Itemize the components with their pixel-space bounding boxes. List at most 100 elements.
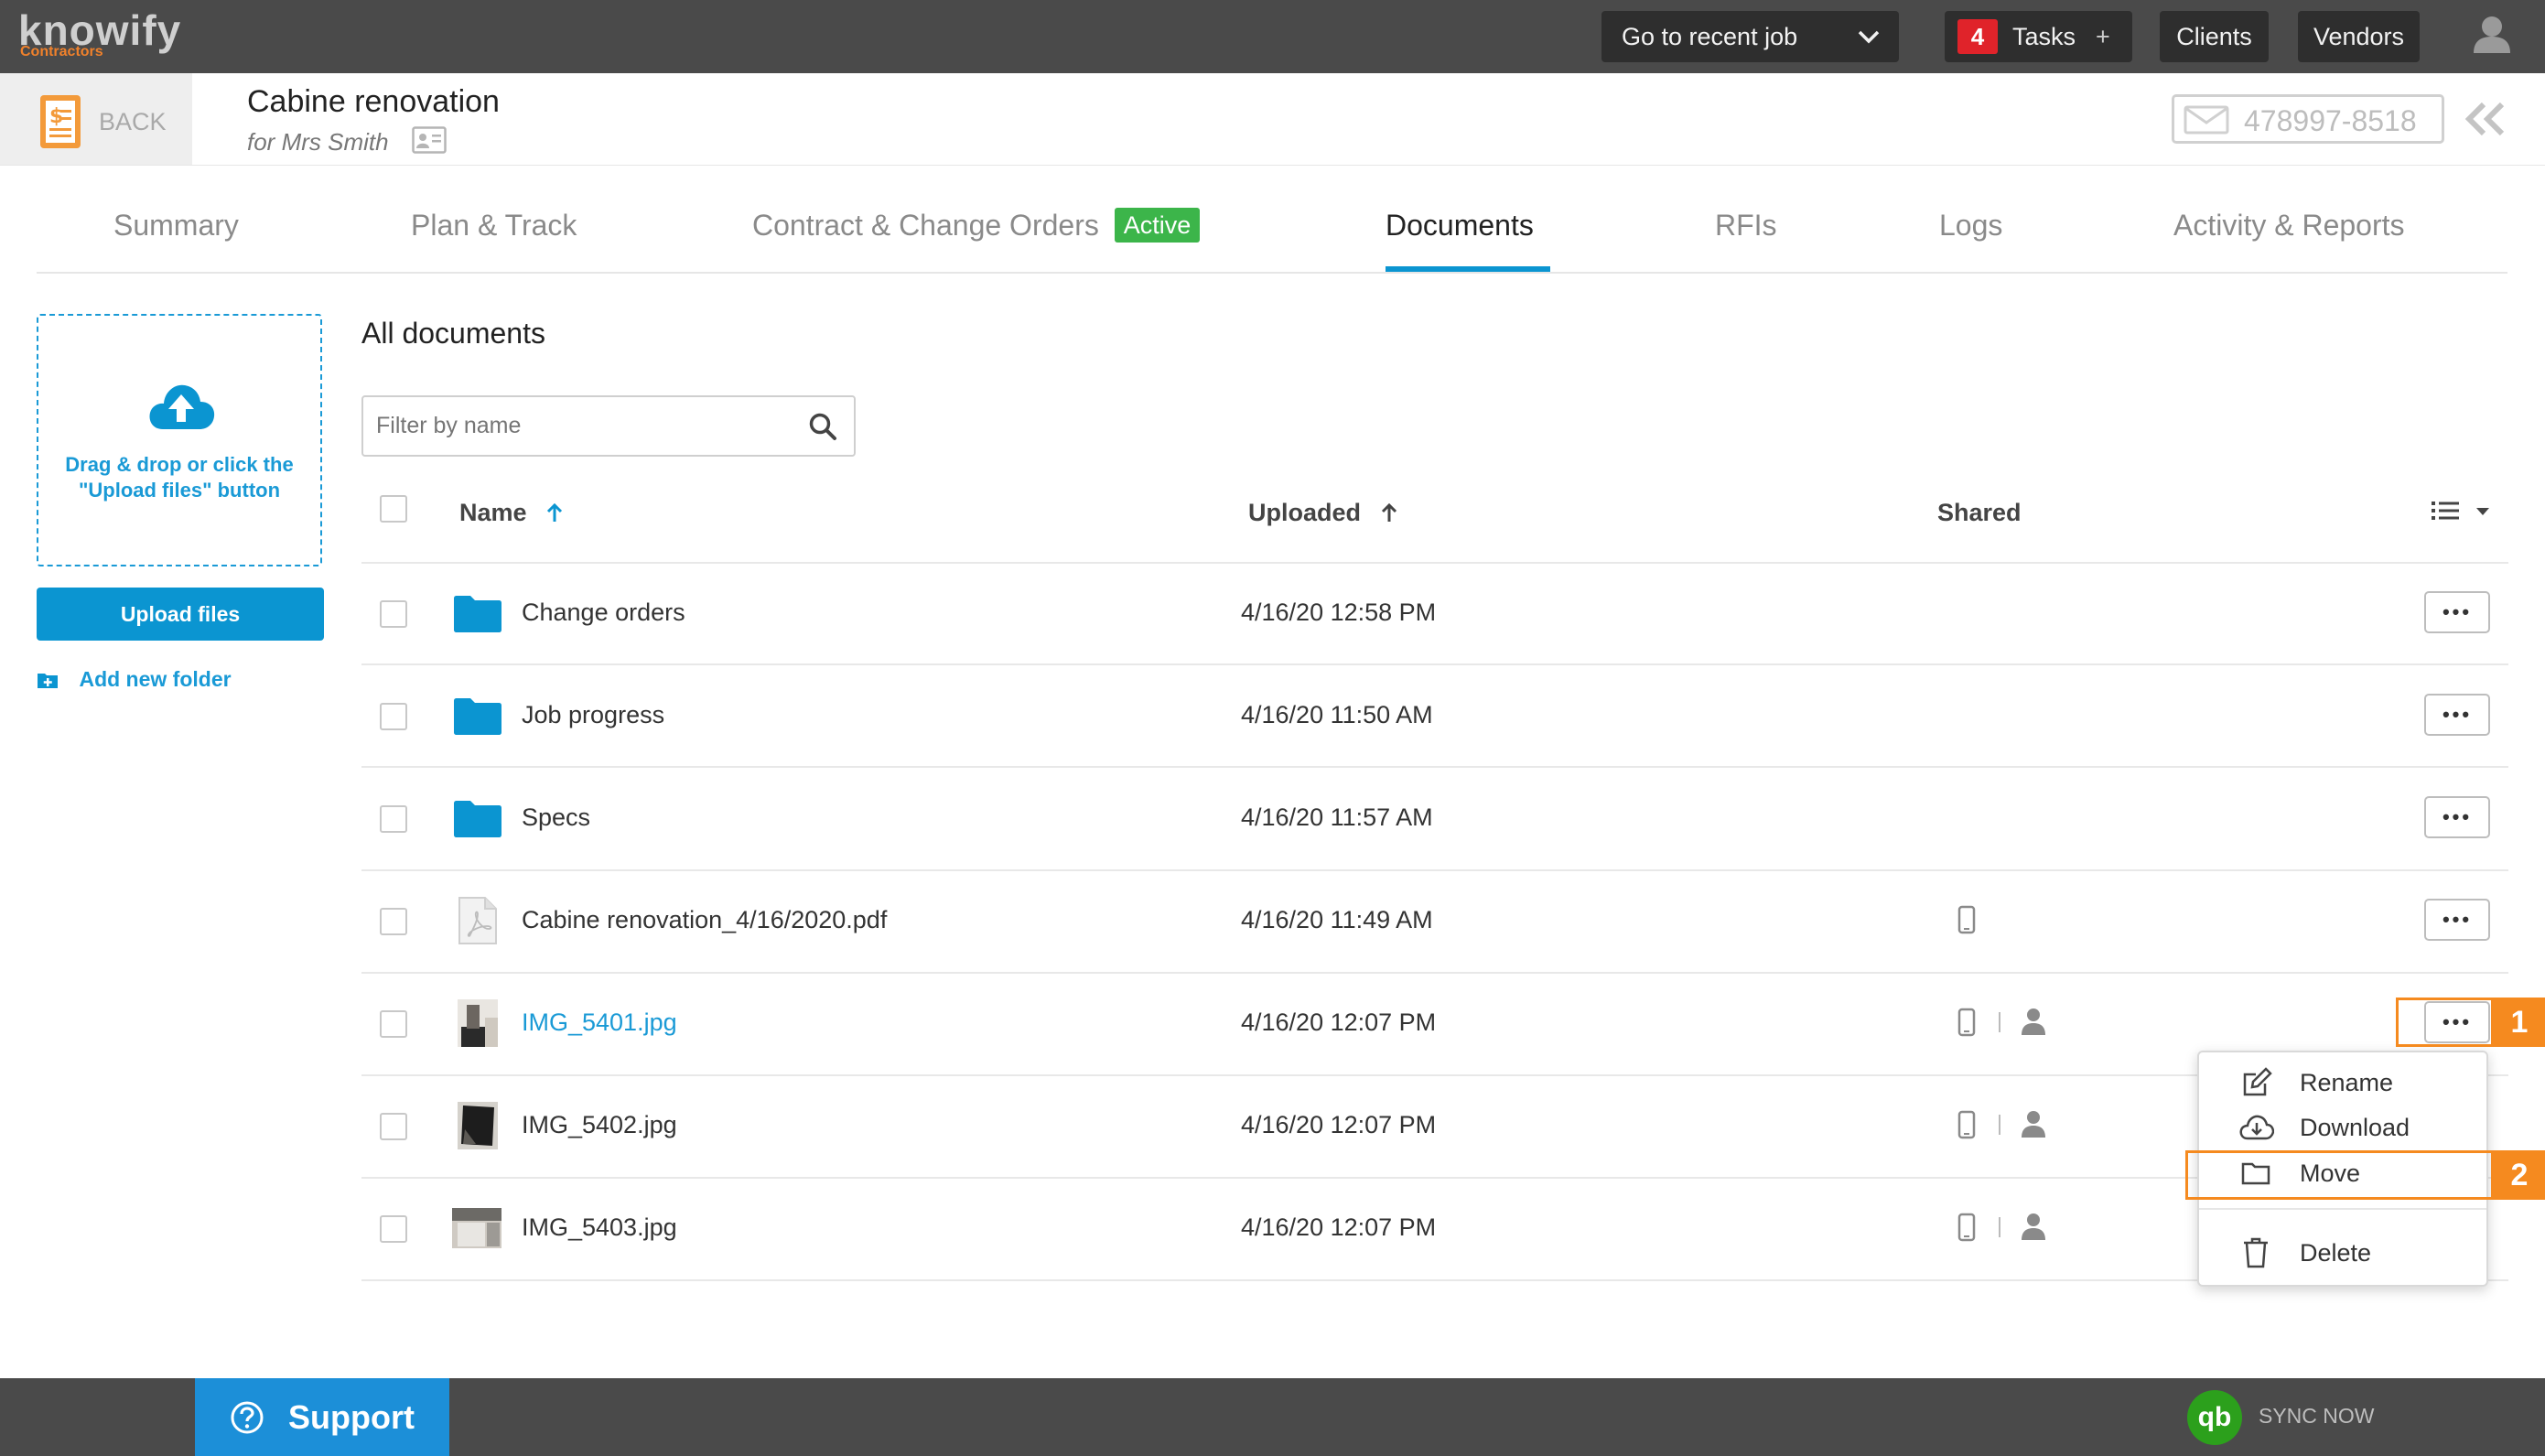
job-email-box[interactable]: 478997-8518 xyxy=(2172,94,2444,144)
list-view-icon xyxy=(2432,502,2459,520)
row-actions-button[interactable]: ••• xyxy=(2424,694,2490,736)
tasks-label: Tasks xyxy=(2012,22,2076,50)
image-thumbnail xyxy=(458,999,498,1047)
row-checkbox[interactable] xyxy=(380,703,407,730)
menu-download-label: Download xyxy=(2300,1114,2410,1141)
document-name[interactable]: IMG_5403.jpg xyxy=(522,1213,677,1242)
menu-item-rename[interactable]: Rename xyxy=(2199,1063,2486,1104)
documents-heading: All documents xyxy=(361,317,545,350)
column-header-name[interactable]: Name xyxy=(459,499,563,527)
client-shared-icon xyxy=(2022,1008,2045,1035)
add-task-icon[interactable]: + xyxy=(2096,23,2110,51)
document-uploaded-date: 4/16/20 12:07 PM xyxy=(1241,1111,1437,1138)
folder-icon xyxy=(454,596,501,632)
column-name-label: Name xyxy=(459,499,527,526)
column-uploaded-label: Uploaded xyxy=(1248,499,1362,526)
tasks-button[interactable]: 4 Tasks + xyxy=(1945,11,2132,62)
invoice-icon: $ xyxy=(40,95,81,148)
document-name[interactable]: Specs xyxy=(522,803,590,832)
document-uploaded-date: 4/16/20 12:07 PM xyxy=(1241,1008,1437,1036)
upload-files-button[interactable]: Upload files xyxy=(37,588,324,641)
row-checkbox[interactable] xyxy=(380,908,407,935)
shared-separator xyxy=(1999,1115,2000,1135)
envelope-icon xyxy=(2184,105,2229,135)
document-uploaded-date: 4/16/20 12:07 PM xyxy=(1241,1213,1437,1241)
cloud-upload-icon xyxy=(149,384,215,429)
user-avatar-icon[interactable] xyxy=(2471,13,2513,55)
pdf-file-icon xyxy=(458,897,497,944)
document-uploaded-date: 4/16/20 11:50 AM xyxy=(1241,701,1433,728)
logo-subtitle: Contractors xyxy=(20,44,103,59)
client-shared-icon xyxy=(2022,1213,2045,1240)
caret-down-icon xyxy=(2476,508,2490,515)
row-checkbox[interactable] xyxy=(380,1215,407,1243)
row-actions-button[interactable]: ••• xyxy=(2424,899,2490,941)
support-label: Support xyxy=(288,1397,415,1436)
search-icon[interactable] xyxy=(808,412,837,441)
back-button[interactable]: $ BACK xyxy=(0,73,192,165)
document-name[interactable]: IMG_5402.jpg xyxy=(522,1111,677,1139)
folder-icon xyxy=(454,801,501,837)
row-checkbox[interactable] xyxy=(380,600,407,628)
annotation-step-1: 1 xyxy=(2494,998,2545,1047)
tab-contract-label: Contract & Change Orders xyxy=(752,209,1099,242)
mobile-shared-icon xyxy=(1957,905,1976,934)
chevron-down-icon xyxy=(1858,30,1880,44)
job-title: Cabine renovation xyxy=(247,84,500,119)
collapse-double-chevron-icon[interactable] xyxy=(2464,101,2507,137)
menu-item-delete[interactable]: Delete xyxy=(2199,1234,2486,1274)
sort-ascending-icon xyxy=(547,502,563,522)
menu-item-download[interactable]: Download xyxy=(2199,1108,2486,1149)
folder-plus-icon xyxy=(38,674,58,688)
row-checkbox[interactable] xyxy=(380,1010,407,1038)
table-row[interactable] xyxy=(361,665,2508,766)
row-actions-button[interactable]: ••• xyxy=(2424,796,2490,838)
menu-rename-label: Rename xyxy=(2300,1069,2394,1096)
tab-plan-track[interactable]: Plan & Track xyxy=(411,209,577,243)
mobile-shared-icon xyxy=(1957,1008,1976,1037)
document-name-link[interactable]: IMG_5401.jpg xyxy=(522,1008,677,1037)
tab-contract-change-orders[interactable]: Contract & Change Orders Active xyxy=(752,208,1201,243)
edit-pencil-icon xyxy=(2243,1067,2272,1096)
mobile-shared-icon xyxy=(1957,1213,1976,1242)
column-header-shared: Shared xyxy=(1937,499,2022,526)
folder-icon xyxy=(454,698,501,735)
document-name[interactable]: Change orders xyxy=(522,599,685,627)
row-actions-button[interactable]: ••• xyxy=(2424,591,2490,633)
vendors-button[interactable]: Vendors xyxy=(2298,11,2420,62)
column-settings-dropdown[interactable] xyxy=(2431,499,2491,527)
document-name[interactable]: Job progress xyxy=(522,701,664,729)
recent-job-dropdown[interactable]: Go to recent job xyxy=(1601,11,1899,62)
filter-by-name-input[interactable] xyxy=(361,395,856,457)
quickbooks-logo[interactable]: qb xyxy=(2187,1390,2242,1445)
document-uploaded-date: 4/16/20 11:49 AM xyxy=(1241,906,1433,933)
tab-rfis[interactable]: RFIs xyxy=(1715,209,1777,243)
tab-logs[interactable]: Logs xyxy=(1939,209,2002,243)
filter-input-wrapper xyxy=(361,395,856,457)
contact-card-icon[interactable] xyxy=(412,126,447,154)
active-tab-underline xyxy=(1386,266,1550,272)
trash-icon xyxy=(2244,1237,2268,1268)
tab-documents[interactable]: Documents xyxy=(1386,209,1534,243)
column-header-uploaded[interactable]: Uploaded xyxy=(1248,499,1397,527)
support-button[interactable]: Support xyxy=(195,1378,449,1456)
shared-separator xyxy=(1999,1012,2000,1032)
add-new-folder-link[interactable]: Add new folder xyxy=(37,667,232,692)
row-divider xyxy=(361,1279,2508,1281)
tabs-baseline xyxy=(37,272,2507,274)
clients-button[interactable]: Clients xyxy=(2160,11,2269,62)
document-name[interactable]: Cabine renovation_4/16/2020.pdf xyxy=(522,906,887,934)
back-label: BACK xyxy=(99,108,167,135)
dropzone-instruction-line2: "Upload files" button xyxy=(78,479,281,502)
file-dropzone[interactable]: Drag & drop or click the "Upload files" … xyxy=(37,314,322,566)
annotation-highlight-2 xyxy=(2185,1150,2494,1200)
select-all-checkbox[interactable] xyxy=(380,495,407,523)
sync-now-button[interactable]: SYNC NOW xyxy=(2259,1404,2375,1429)
tab-activity-reports[interactable]: Activity & Reports xyxy=(2173,209,2405,243)
tab-summary[interactable]: Summary xyxy=(113,209,239,243)
row-checkbox[interactable] xyxy=(380,805,407,833)
dropzone-instruction-line1: Drag & drop or click the xyxy=(65,453,294,476)
table-row[interactable] xyxy=(361,768,2508,868)
row-checkbox[interactable] xyxy=(380,1113,407,1140)
document-uploaded-date: 4/16/20 12:58 PM xyxy=(1241,599,1437,626)
